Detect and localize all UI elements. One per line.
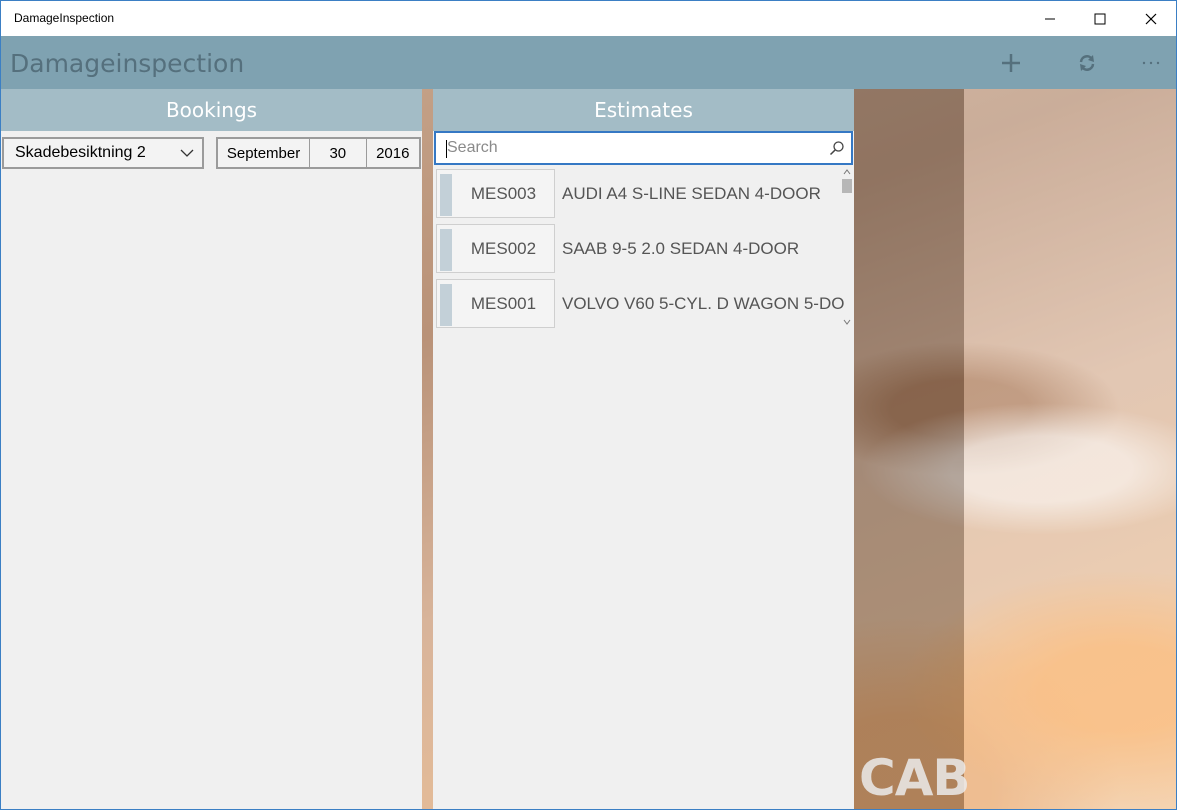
close-button[interactable] (1128, 1, 1174, 36)
more-icon (1142, 61, 1160, 65)
date-day[interactable]: 30 (310, 139, 367, 167)
scroll-down-icon[interactable] (843, 319, 851, 325)
item-accent (440, 229, 452, 271)
list-item[interactable]: MES001 VOLVO V60 5-CYL. D WAGON 5-DO (436, 279, 845, 334)
close-icon (1145, 13, 1157, 24)
scroll-up-icon[interactable] (843, 169, 851, 175)
dropdown-value: Skadebesiktning 2 (15, 144, 146, 161)
list-item[interactable]: MES002 SAAB 9-5 2.0 SEDAN 4-DOOR (436, 224, 841, 279)
app-title: Damageinspection (10, 49, 245, 78)
item-accent (440, 174, 452, 216)
booking-type-dropdown[interactable]: Skadebesiktning 2 (2, 137, 204, 169)
list-scrollbar[interactable] (841, 169, 853, 329)
estimate-description: SAAB 9-5 2.0 SEDAN 4-DOOR (562, 239, 800, 258)
estimate-code: MES002 (470, 239, 537, 258)
title-bar: DamageInspection (1, 1, 1176, 36)
maximize-icon (1094, 13, 1106, 24)
refresh-button[interactable] (1072, 48, 1102, 78)
item-accent (440, 284, 452, 326)
minimize-button[interactable] (1027, 1, 1073, 36)
date-month[interactable]: September (218, 139, 311, 167)
window-title: DamageInspection (14, 11, 115, 25)
list-item[interactable]: MES003 AUDI A4 S-LINE SEDAN 4-DOOR (436, 169, 841, 224)
add-icon (1002, 54, 1020, 72)
estimates-header: Estimates (433, 89, 854, 131)
chevron-down-icon (180, 149, 194, 157)
minimize-icon (1045, 18, 1055, 19)
scrollbar-thumb[interactable] (842, 179, 852, 193)
refresh-icon (1079, 55, 1095, 71)
date-year[interactable]: 2016 (367, 139, 419, 167)
app-header: Damageinspection (1, 36, 1176, 89)
app-window: DamageInspection Damageinspection CAB Bo… (0, 0, 1177, 810)
maximize-button[interactable] (1077, 1, 1123, 36)
photo-overlay-dark (854, 89, 964, 809)
estimate-code: MES003 (470, 184, 537, 203)
estimates-panel: Estimates Search MES003 AUDI A4 S-LINE S… (433, 89, 854, 809)
search-box[interactable]: Search (434, 131, 853, 165)
bookings-panel: Bookings Skadebesiktning 2 September 30 … (1, 89, 422, 809)
estimate-code: MES001 (470, 294, 537, 313)
photo-overlay-light (964, 89, 1176, 809)
text-caret (446, 140, 447, 158)
estimate-description: AUDI A4 S-LINE SEDAN 4-DOOR (562, 184, 821, 203)
estimate-description: VOLVO V60 5-CYL. D WAGON 5-DO (562, 294, 845, 313)
date-picker[interactable]: September 30 2016 (216, 137, 421, 169)
add-button[interactable] (996, 48, 1026, 78)
estimates-list: MES003 AUDI A4 S-LINE SEDAN 4-DOOR MES00… (436, 169, 845, 334)
more-button[interactable] (1136, 48, 1166, 78)
brand-logo: CAB (859, 749, 971, 807)
search-input[interactable]: Search (447, 139, 498, 157)
search-icon[interactable] (829, 140, 845, 156)
bookings-header: Bookings (1, 89, 422, 131)
